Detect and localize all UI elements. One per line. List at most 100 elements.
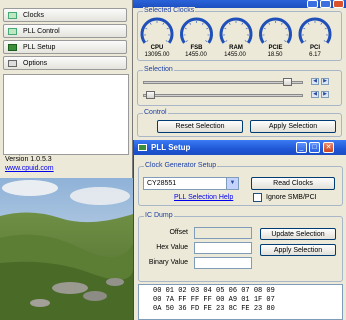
gauge-tick [244,40,247,42]
close-icon[interactable] [333,0,344,8]
gauge-tick [263,27,266,30]
gauge-tick [280,22,283,25]
nav-clocks[interactable]: Clocks [3,8,127,22]
hex-value-input[interactable] [194,242,252,254]
control-label: Control [143,109,168,116]
slider-thumb-2[interactable] [146,91,156,99]
clock-generator-select[interactable]: CY28551 ▼ [143,177,239,190]
nav-options-label: Options [23,59,48,67]
slider1-right-arrow-icon[interactable]: ▶ [321,78,329,85]
gauge-tick [145,27,148,30]
slider2-left-arrow-icon[interactable]: ◀ [311,91,319,98]
ic-dump-listing[interactable]: 00 01 02 03 04 05 06 07 08 09 00 7A FF FF… [138,284,343,320]
gauge-tick [268,22,271,25]
slider-track-2[interactable] [143,94,303,97]
options-icon [8,59,17,67]
read-clocks-button[interactable]: Read Clocks [251,177,335,190]
apply-selection-button[interactable]: Apply Selection [250,120,336,133]
pll-minimize-icon[interactable]: _ [296,142,307,153]
clocks-icon [8,11,17,19]
pll-setup-title: PLL Setup [151,143,191,152]
gauge-value-cpu: 13095.00 [144,52,170,58]
gauge-tick [205,40,208,42]
gauge-tick [304,40,307,42]
clock-generator-value: CY28551 [147,180,177,187]
nav-pll-control[interactable]: PLL Control [3,24,127,38]
gauge-tick [241,22,244,25]
nav-pll-setup[interactable]: PLL Setup [3,40,127,54]
gauge-label: FSB [191,45,204,51]
selected-clocks-label: Selected Clocks [143,7,196,14]
nav-clocks-label: Clocks [23,11,45,19]
dump-row: 00 7A FF FF FF 00 A9 01 1F 07 [153,296,275,304]
clocks-window: Selected Clocks CPU FSB RAM PCIE PCI 13095.0… [133,0,346,140]
gauge-tick [185,40,188,42]
nav-options[interactable]: Options [3,56,127,70]
slider-thumb-1[interactable] [283,78,293,86]
gauge-tick [224,27,227,30]
gauge-tick [225,40,228,42]
gauge-tick [166,27,169,30]
ignore-smb-checkbox[interactable] [253,193,262,202]
gauge-tick [165,40,168,42]
gauge-tick [162,22,165,25]
gauge-label: PCI [310,45,320,51]
minimize-icon[interactable] [307,0,318,8]
pll-maximize-icon[interactable]: □ [309,142,320,153]
maximize-icon[interactable] [320,0,331,8]
pll-selection-help-link[interactable]: PLL Selection Help [174,194,233,201]
gauge-tick [201,22,204,25]
pll-setup-window: PLL Setup _ □ ✕ Clock Generator Setup CY… [133,140,346,320]
gauge-tick [323,40,326,42]
main-window: Clocks PLL Control PLL Setup Options Ver… [0,0,133,178]
ignore-smb-label: Ignore SMB/PCI [266,194,317,201]
pll-control-icon [8,27,17,35]
gauges-area: CPU FSB RAM PCIE PCI [140,17,332,51]
pll-close-icon[interactable]: ✕ [323,142,334,153]
gauge-tick [324,27,327,30]
clock-generator-label: Clock Generator Setup [144,162,218,169]
gauge-tick [264,40,267,42]
offset-field [194,227,252,239]
gauge-value-fsb: 1455.00 [185,52,207,58]
binary-value-input[interactable] [194,257,252,269]
nav-pll-control-label: PLL Control [23,27,60,35]
landscape-photo [0,178,133,320]
cpuid-link[interactable]: www.cpuid.com [5,165,54,172]
slider2-right-arrow-icon[interactable]: ▶ [321,91,329,98]
pll-setup-titlebar: PLL Setup _ □ ✕ [134,140,346,155]
binary-value-label: Binary Value [148,259,188,266]
gauge-pcie: PCIE [259,17,292,51]
selection-label: Selection [143,66,174,73]
gauge-pci: PCI [298,17,332,51]
slider-track-1[interactable] [143,81,303,84]
gauge-tick [189,22,192,25]
slider1-left-arrow-icon[interactable]: ◀ [311,78,319,85]
left-content-panel [3,74,129,155]
pll-setup-window-icon [138,144,147,151]
gauge-fsb: FSB [180,17,213,51]
gauge-tick [303,27,306,30]
nav-pll-setup-label: PLL Setup [23,43,56,51]
gauge-cpu: CPU [140,17,174,51]
gauge-tick [146,40,149,42]
dump-row: 0A 50 36 FD FE 23 8C FE 23 80 [153,305,275,313]
pll-apply-selection-button[interactable]: Apply Selection [260,244,336,256]
gauge-label: PCIE [268,45,282,51]
hex-value-label: Hex Value [156,244,188,251]
gauge-label: CPU [151,45,164,51]
gauge-tick [284,40,287,42]
gauge-tick [285,27,288,30]
chevron-down-icon[interactable]: ▼ [226,178,238,189]
reset-selection-button[interactable]: Reset Selection [157,120,243,133]
pll-setup-icon [8,43,17,51]
gauge-tick [149,22,152,25]
selection-group: Selection [137,66,342,106]
version-text: Version 1.0.5.3 [5,156,52,163]
gauge-value-pci: 6.17 [309,52,321,58]
gauge-tick [206,27,209,30]
gauge-value-ram: 1455.00 [224,52,246,58]
update-selection-button[interactable]: Update Selection [260,228,336,240]
gauge-label: RAM [229,45,243,51]
gauge-ram: RAM [219,17,253,51]
